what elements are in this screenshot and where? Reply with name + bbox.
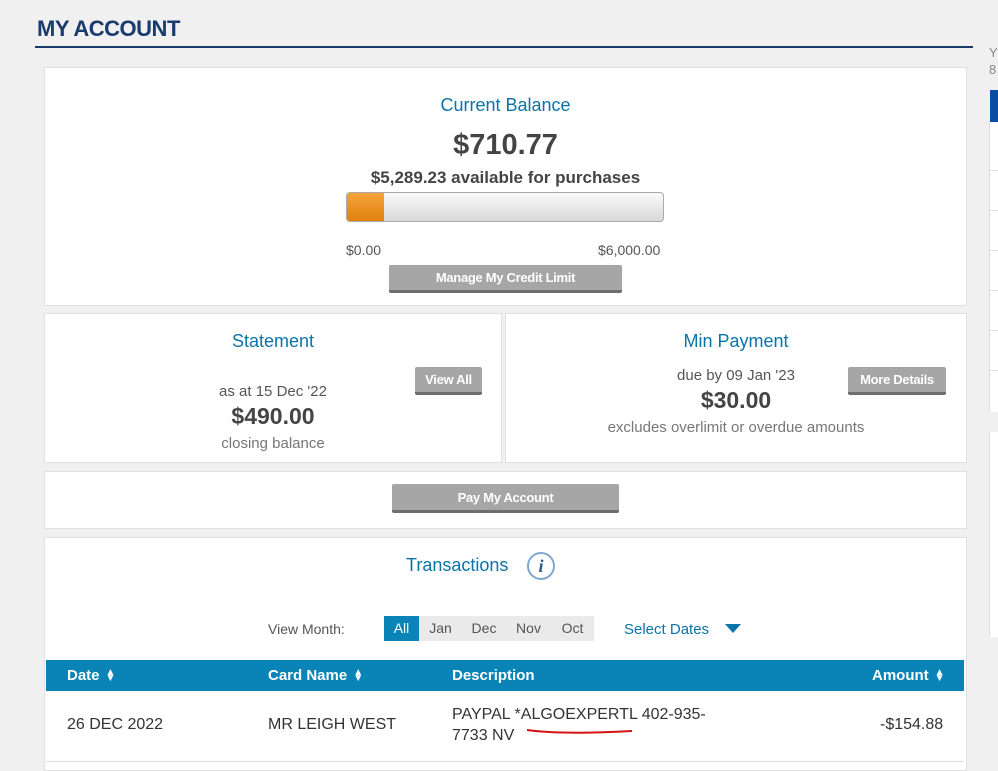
row-amount: -$154.88 xyxy=(880,716,944,733)
pay-card: Pay My Account xyxy=(44,471,967,529)
bar-max-label: $6,000.00 xyxy=(598,242,661,258)
sidebar-panel-2 xyxy=(989,432,998,637)
month-tab-all[interactable]: All xyxy=(384,616,419,641)
sidebar-fragment-2: 8 xyxy=(989,62,997,77)
min-payment-card: Min Payment due by 09 Jan '23 $30.00 exc… xyxy=(505,313,967,463)
month-tab-dec[interactable]: Dec xyxy=(462,616,506,641)
statement-title: Statement xyxy=(231,331,315,351)
table-row[interactable]: 26 DEC 2022 MR LEIGH WEST PAYPAL *ALGOEX… xyxy=(46,691,964,762)
statement-card: Statement as at 15 Dec '22 $490.00 closi… xyxy=(44,313,502,463)
sidebar-divider xyxy=(990,290,998,291)
transactions-header-row: Date ▲ ▼ Card Name ▲ ▼ Description Amount ▲ ▼ xyxy=(46,660,964,691)
available-credit: $5,289.23 available for purchases xyxy=(370,168,641,187)
chevron-down-icon[interactable] xyxy=(725,624,741,634)
sort-icon[interactable]: ▲ ▼ xyxy=(106,668,116,684)
sidebar-tab[interactable] xyxy=(990,90,998,122)
select-dates-link[interactable]: Select Dates xyxy=(624,621,709,638)
sidebar-panel xyxy=(989,122,998,412)
bar-min-label: $0.00 xyxy=(346,242,382,258)
sort-icon[interactable]: ▲ ▼ xyxy=(935,668,945,684)
balance-card: Current Balance $710.77 $5,289.23 availa… xyxy=(44,67,967,306)
view-month-label: View Month: xyxy=(268,621,345,637)
column-amount[interactable]: Amount ▲ ▼ xyxy=(872,667,945,684)
column-card-name-label: Card Name xyxy=(268,667,348,684)
sidebar-divider xyxy=(990,330,998,331)
sidebar-divider xyxy=(990,370,998,371)
statement-subtext: closing balance xyxy=(221,435,325,452)
credit-usage-bar xyxy=(346,192,664,222)
month-tab-jan[interactable]: Jan xyxy=(419,616,462,641)
sidebar-divider xyxy=(990,250,998,251)
balance-amount: $710.77 xyxy=(453,129,558,161)
min-payment-subtext: excludes overlimit or overdue amounts xyxy=(607,419,865,436)
month-tab-oct[interactable]: Oct xyxy=(551,616,594,641)
column-amount-label: Amount xyxy=(872,667,929,684)
month-tab-nov[interactable]: Nov xyxy=(506,616,551,641)
sidebar-divider xyxy=(990,210,998,211)
sidebar-fragment-1: Y xyxy=(989,45,998,60)
transactions-card: Transactions i View Month: All Jan Dec N… xyxy=(44,537,967,771)
balance-title: Current Balance xyxy=(440,95,571,115)
credit-usage-fill xyxy=(347,193,385,221)
column-card-name[interactable]: Card Name ▲ ▼ xyxy=(268,667,363,684)
row-card-name: MR LEIGH WEST xyxy=(268,716,397,733)
more-details-button[interactable]: More Details xyxy=(848,367,946,395)
pay-my-account-button[interactable]: Pay My Account xyxy=(392,484,619,513)
info-icon[interactable]: i xyxy=(527,552,555,580)
manage-credit-limit-button[interactable]: Manage My Credit Limit xyxy=(389,265,622,293)
sidebar-divider xyxy=(990,170,998,171)
row-date: 26 DEC 2022 xyxy=(67,716,164,733)
column-date-label: Date xyxy=(67,667,100,684)
transactions-title: Transactions xyxy=(406,555,509,575)
row-description-line-2: 7733 NV xyxy=(452,727,515,744)
column-date[interactable]: Date ▲ ▼ xyxy=(67,667,115,684)
row-description-line-1: PAYPAL *ALGOEXPERTL 402-935- xyxy=(452,706,706,723)
sort-icon[interactable]: ▲ ▼ xyxy=(353,668,363,684)
min-payment-title: Min Payment xyxy=(683,331,789,351)
view-all-button[interactable]: View All xyxy=(415,367,482,395)
handwritten-underline xyxy=(526,729,633,734)
statement-amount: $490.00 xyxy=(231,403,315,429)
page-title: MY ACCOUNT xyxy=(37,16,180,41)
title-divider xyxy=(35,46,973,48)
column-description: Description xyxy=(452,667,535,684)
